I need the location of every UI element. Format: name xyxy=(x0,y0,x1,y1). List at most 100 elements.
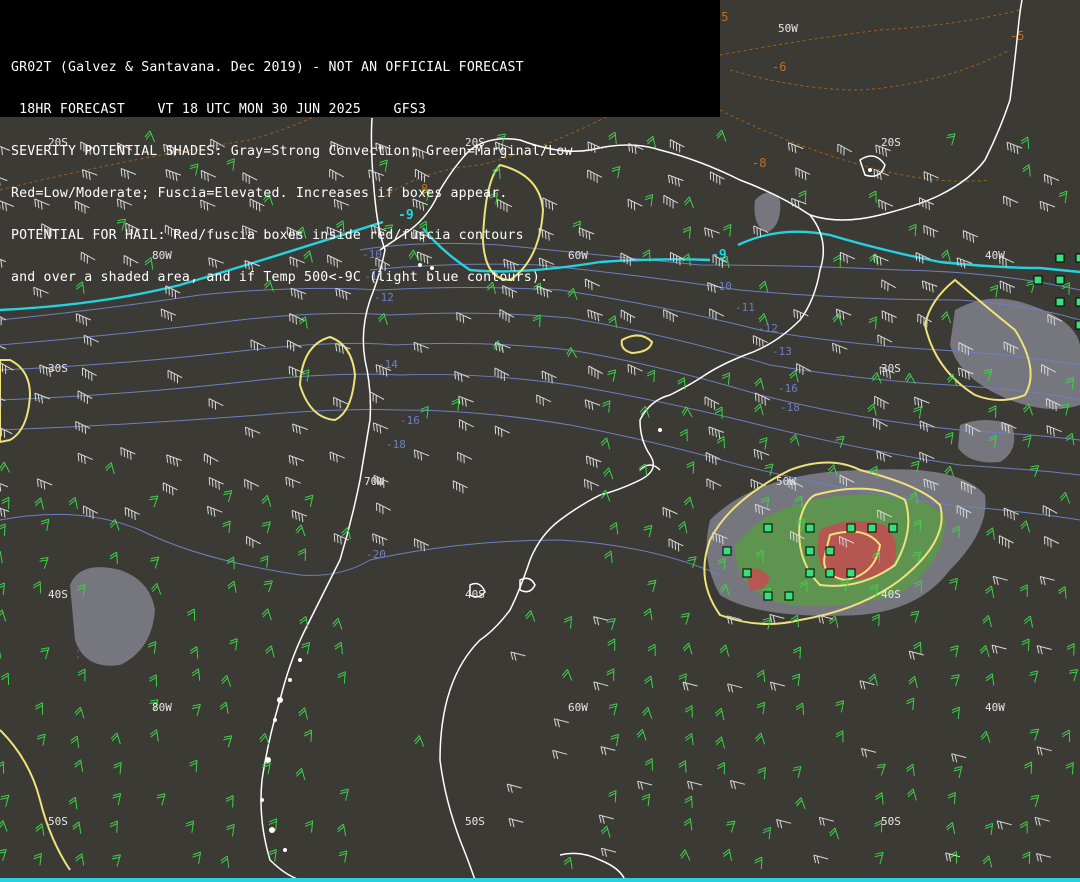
wind-barb xyxy=(1,672,10,686)
wind-barb xyxy=(729,780,746,790)
wind-barb xyxy=(985,673,995,686)
wind-barb xyxy=(867,403,877,416)
wind-barb xyxy=(953,765,963,779)
wind-barb xyxy=(945,852,961,862)
wind-barb xyxy=(113,761,122,775)
hail-box xyxy=(784,591,794,601)
wind-barb xyxy=(627,363,643,376)
wind-barb xyxy=(413,735,425,747)
wind-barb xyxy=(792,646,802,660)
wind-barb xyxy=(989,284,999,298)
wind-barb xyxy=(1030,794,1040,807)
wind-barb xyxy=(828,615,839,628)
wind-barb xyxy=(298,707,308,720)
wind-barb xyxy=(508,818,524,828)
wind-barb xyxy=(871,613,880,627)
wind-barb xyxy=(151,582,162,595)
wind-barb xyxy=(452,480,468,494)
wind-barb xyxy=(1036,645,1052,655)
wind-barb xyxy=(835,730,844,743)
wind-barb xyxy=(109,551,118,565)
wind-barb xyxy=(668,538,684,552)
hail-box xyxy=(1055,275,1065,285)
wind-barb xyxy=(510,651,526,661)
wind-barb xyxy=(149,729,159,742)
wind-barb xyxy=(220,674,232,687)
wind-barb xyxy=(456,311,472,324)
wind-barb xyxy=(727,683,743,693)
wind-barb xyxy=(717,762,725,775)
wind-barb xyxy=(721,372,731,385)
hail-box xyxy=(846,523,856,533)
hail-box xyxy=(1033,275,1043,285)
wind-barb xyxy=(36,733,46,746)
hail-box xyxy=(825,546,835,556)
wind-barb xyxy=(72,821,82,834)
wind-barb xyxy=(813,854,829,864)
hail-box xyxy=(846,568,856,578)
wind-barb xyxy=(923,224,939,238)
wind-barb xyxy=(962,230,979,243)
wind-barb xyxy=(0,507,10,518)
wind-barb xyxy=(645,758,653,771)
wind-barb xyxy=(996,820,1012,830)
wind-barb xyxy=(1026,280,1036,293)
wind-barb xyxy=(1029,465,1040,478)
wind-barb xyxy=(835,435,845,448)
wind-barb xyxy=(369,391,385,404)
wind-barb xyxy=(0,427,13,438)
temp-label: -18 xyxy=(386,438,406,451)
wind-barb xyxy=(0,523,6,536)
wind-barb xyxy=(0,362,14,374)
wind-barb xyxy=(35,823,45,836)
temp-label: -14 xyxy=(378,358,398,371)
hail-box xyxy=(867,523,877,533)
wind-barb xyxy=(74,706,85,719)
wind-barb xyxy=(839,251,856,264)
wind-barb xyxy=(285,476,301,488)
lat-label: 50S xyxy=(48,815,68,828)
wind-barb xyxy=(832,254,841,268)
hail-box xyxy=(1075,320,1080,330)
wind-barb xyxy=(185,820,195,833)
lat-label: 30S xyxy=(48,362,68,375)
wind-barb xyxy=(908,650,924,660)
wind-barb xyxy=(189,759,198,773)
wind-barb xyxy=(758,437,768,450)
wind-barb xyxy=(637,780,653,790)
wind-barb xyxy=(0,550,3,564)
wind-barb xyxy=(662,506,678,519)
wind-barb xyxy=(683,496,694,509)
wind-barb xyxy=(265,645,275,658)
wind-barb xyxy=(0,177,8,186)
wind-barb xyxy=(206,505,223,517)
wind-barb xyxy=(150,556,160,569)
wind-barb xyxy=(1059,491,1070,504)
wind-barb xyxy=(0,849,7,862)
hail-box xyxy=(742,568,752,578)
wind-barb xyxy=(988,405,997,418)
wind-barb xyxy=(68,496,78,510)
wind-barb xyxy=(682,642,693,655)
wind-barb xyxy=(881,310,897,324)
wind-barb xyxy=(764,463,774,476)
wind-barb xyxy=(949,577,958,591)
wind-barb xyxy=(1065,761,1074,775)
wind-barb xyxy=(877,334,893,347)
wind-barb xyxy=(295,767,306,781)
wind-barb xyxy=(1046,425,1062,437)
wind-barb xyxy=(992,575,1008,586)
wind-barb xyxy=(160,308,177,322)
wind-barb xyxy=(458,395,474,407)
wind-barb xyxy=(189,646,199,659)
wind-barb xyxy=(716,435,725,449)
wind-barb xyxy=(208,476,224,490)
wind-barb xyxy=(706,478,722,490)
temp-label: -18 xyxy=(780,401,800,414)
wind-barb xyxy=(999,280,1015,294)
wind-barb xyxy=(77,390,93,404)
wind-barb xyxy=(0,820,8,832)
wind-barb xyxy=(109,820,118,833)
wind-barb xyxy=(949,851,958,864)
wind-barb xyxy=(298,548,306,561)
